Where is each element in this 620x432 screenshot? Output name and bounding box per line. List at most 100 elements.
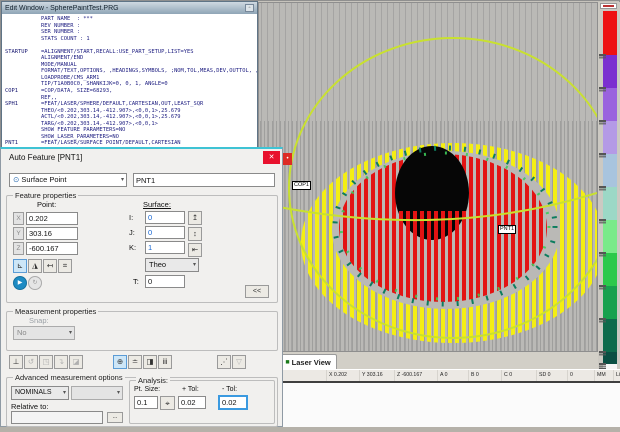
t-label: T: <box>133 277 139 286</box>
point-cloud-graphic <box>259 3 597 351</box>
z-coordinate-input[interactable] <box>26 242 78 255</box>
snake-path-icon[interactable]: ↴ <box>54 355 68 369</box>
i-label: I: <box>129 213 133 222</box>
deviation-colorbar-panel <box>598 2 620 410</box>
align-axis-icon[interactable]: ⇤ <box>188 243 202 257</box>
browse-button[interactable]: ... <box>107 412 123 423</box>
colorbar-header <box>600 3 617 9</box>
pt-size-probe-icon[interactable]: ⌖ <box>160 396 175 410</box>
chevron-down-icon: ▾ <box>63 387 66 399</box>
theo-mode-select[interactable]: Theo ▾ <box>145 258 199 272</box>
workplane-icon[interactable]: ⊾ <box>13 259 27 273</box>
status-cell: Line 29 Col 034 <box>613 370 620 381</box>
measurement-properties-group: Measurement properties Snap: No ▾ <box>6 311 278 351</box>
color-scale-bar <box>603 11 617 405</box>
feature-type-select[interactable]: ⊙ Surface Point ▾ <box>9 173 127 187</box>
i-vector-input[interactable] <box>145 211 185 224</box>
surface-link-label[interactable]: Surface: <box>143 200 171 209</box>
close-icon[interactable]: ✕ <box>263 151 280 164</box>
analysis-legend: Analysis: <box>136 376 170 385</box>
auto-feature-dialog: Auto Feature [PNT1] ✕ ⊙ Surface Point ▾ … <box>0 147 283 427</box>
color-scale-segment <box>603 187 617 220</box>
y-axis-toggle[interactable]: Y <box>13 227 24 240</box>
minus-tol-input[interactable] <box>218 395 248 410</box>
status-cell: A 0 <box>437 370 468 381</box>
k-vector-input[interactable] <box>145 241 185 254</box>
theo-mode-value: Theo <box>149 260 166 269</box>
snap-select[interactable]: No ▾ <box>13 326 75 340</box>
color-scale-segment <box>603 55 617 88</box>
j-label: J: <box>129 228 135 237</box>
flip-vector-icon[interactable]: ↕ <box>188 227 202 241</box>
feature-properties-legend: Feature properties <box>13 191 78 200</box>
x-axis-toggle[interactable]: X <box>13 212 24 225</box>
relative-to-input[interactable] <box>11 411 103 424</box>
color-scale-segment <box>603 154 617 187</box>
grid-icon[interactable]: ⌗ <box>58 259 72 273</box>
view-tabstrip: w■Laser View <box>258 352 598 369</box>
status-bar: X 0.202Y 303.16Z -600.167A 0B 0C 0SD 00M… <box>256 369 620 381</box>
color-scale-segment <box>603 220 617 253</box>
chevron-down-icon: ▾ <box>193 259 196 271</box>
dialog-title: Auto Feature [PNT1] <box>9 153 82 162</box>
code-area[interactable]: PART NAME : ***REV NUMBER :SER NUMBER :S… <box>2 14 257 150</box>
edit-window-title: Edit Window - SpherePaintTest.PRG <box>5 5 245 12</box>
execute-icon[interactable]: ▶ <box>13 276 27 290</box>
feature-name-input[interactable] <box>133 173 275 187</box>
status-cell: C 0 <box>501 370 536 381</box>
remeasure-icon[interactable]: ↺ <box>24 355 38 369</box>
reset-icon[interactable]: ↻ <box>28 276 42 290</box>
collapse-dialog-button[interactable]: << <box>245 285 269 298</box>
deviation-anchor-icon[interactable]: ⊥ <box>9 355 23 369</box>
application-window: Edit Window - SpherePaintTest.PRG ▫ PART… <box>0 0 620 432</box>
snap-label: Snap: <box>29 316 49 325</box>
secondary-select[interactable]: ▾ <box>71 386 123 400</box>
plus-tol-input[interactable] <box>178 396 206 409</box>
status-cell: B 0 <box>468 370 501 381</box>
edit-window-titlebar[interactable]: Edit Window - SpherePaintTest.PRG ▫ <box>2 2 257 14</box>
feature-properties-group: Feature properties Point: X Y Z ⊾◮↤⌗ ▶ ↻… <box>6 195 278 303</box>
advanced-options-legend: Advanced measurement options <box>13 373 125 382</box>
snap-value: No <box>17 328 27 337</box>
status-cell: 0 <box>567 370 594 381</box>
color-scale-segment <box>603 319 617 352</box>
nominals-value: NOMINALS <box>15 389 52 396</box>
j-vector-input[interactable] <box>145 226 185 239</box>
status-cell: X 0.202 <box>326 370 359 381</box>
chevron-down-icon: ▾ <box>121 174 124 186</box>
status-cell: Y 303.16 <box>359 370 394 381</box>
vector-from-cad-icon[interactable]: ↥ <box>188 211 202 225</box>
distance-icon[interactable]: ↤ <box>43 259 57 273</box>
filter-icon[interactable]: ▽ <box>232 355 246 369</box>
measurement-properties-legend: Measurement properties <box>13 307 98 316</box>
region-icon[interactable]: ◳ <box>39 355 53 369</box>
color-scale-segment <box>603 11 617 55</box>
color-scale-segment <box>603 286 617 319</box>
laser-view-canvas[interactable]: COP1 PNT1 • <box>258 2 598 352</box>
x-coordinate-input[interactable] <box>26 212 78 225</box>
plus-tol-label: + Tol: <box>182 386 199 393</box>
pt-size-label: Pt. Size: <box>134 386 160 393</box>
chevron-down-icon: ▾ <box>117 387 120 399</box>
nominals-select[interactable]: NOMINALS ▾ <box>11 386 69 400</box>
chevron-down-icon: ▾ <box>69 327 72 339</box>
point-sequence-icon[interactable]: ⋰ <box>217 355 231 369</box>
z-axis-toggle[interactable]: Z <box>13 242 24 255</box>
status-bar-cells: X 0.202Y 303.16Z -600.167A 0B 0C 0SD 00M… <box>326 370 620 381</box>
feature-flag-tag: • <box>283 153 292 165</box>
cad-offset-icon[interactable]: ◪ <box>69 355 83 369</box>
pt-size-input[interactable] <box>134 396 158 409</box>
edit-window: Edit Window - SpherePaintTest.PRG ▫ PART… <box>1 1 258 151</box>
target-snap-icon[interactable]: ⊕ <box>113 355 127 369</box>
t-value-input[interactable] <box>145 275 185 288</box>
code-line: PNT1=FEAT/LASER/SURFACE POINT/DEFAULT,CA… <box>5 140 257 147</box>
bars-icon[interactable]: ⅲ <box>158 355 172 369</box>
color-scale-segment <box>603 253 617 286</box>
edit-window-maximize-icon[interactable]: ▫ <box>245 4 254 12</box>
y-coordinate-input[interactable] <box>26 227 78 240</box>
normal-vector-icon[interactable]: ◮ <box>28 259 42 273</box>
tab-laser-view[interactable]: ■Laser View <box>279 354 336 369</box>
surface-level-icon[interactable]: ≐ <box>128 355 142 369</box>
edge-offset-icon[interactable]: ◨ <box>143 355 157 369</box>
analysis-group: Analysis: Pt. Size: + Tol: - Tol: ⌖ <box>129 380 275 424</box>
